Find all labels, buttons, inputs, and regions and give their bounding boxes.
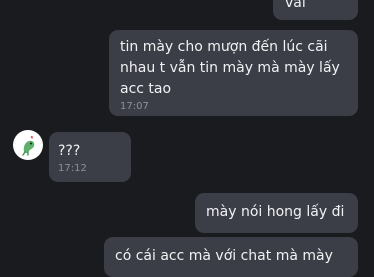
message-text: vải bbox=[285, 0, 306, 11]
message-text: ??? bbox=[58, 143, 81, 159]
message-bubble-outgoing[interactable]: vải bbox=[273, 0, 358, 20]
message-bubble-outgoing[interactable]: có cái acc mà với chat mà mày bbox=[104, 237, 358, 277]
message-bubble-outgoing[interactable]: tin mày cho mượn đến lúc cãi nhau t vẫn … bbox=[109, 30, 358, 116]
message-bubble-outgoing[interactable]: mày nói hong lấy đi bbox=[195, 193, 358, 233]
message-text: mày nói hong lấy đi bbox=[206, 204, 345, 220]
message-timestamp: 17:07 bbox=[120, 101, 149, 112]
dinosaur-sticker-icon bbox=[22, 135, 35, 156]
message-timestamp: 17:12 bbox=[58, 163, 87, 174]
message-bubble-incoming[interactable]: ??? 17:12 bbox=[49, 132, 131, 182]
message-text: tin mày cho mượn đến lúc cãi nhau t vẫn … bbox=[120, 39, 340, 97]
contact-avatar[interactable] bbox=[13, 130, 43, 160]
